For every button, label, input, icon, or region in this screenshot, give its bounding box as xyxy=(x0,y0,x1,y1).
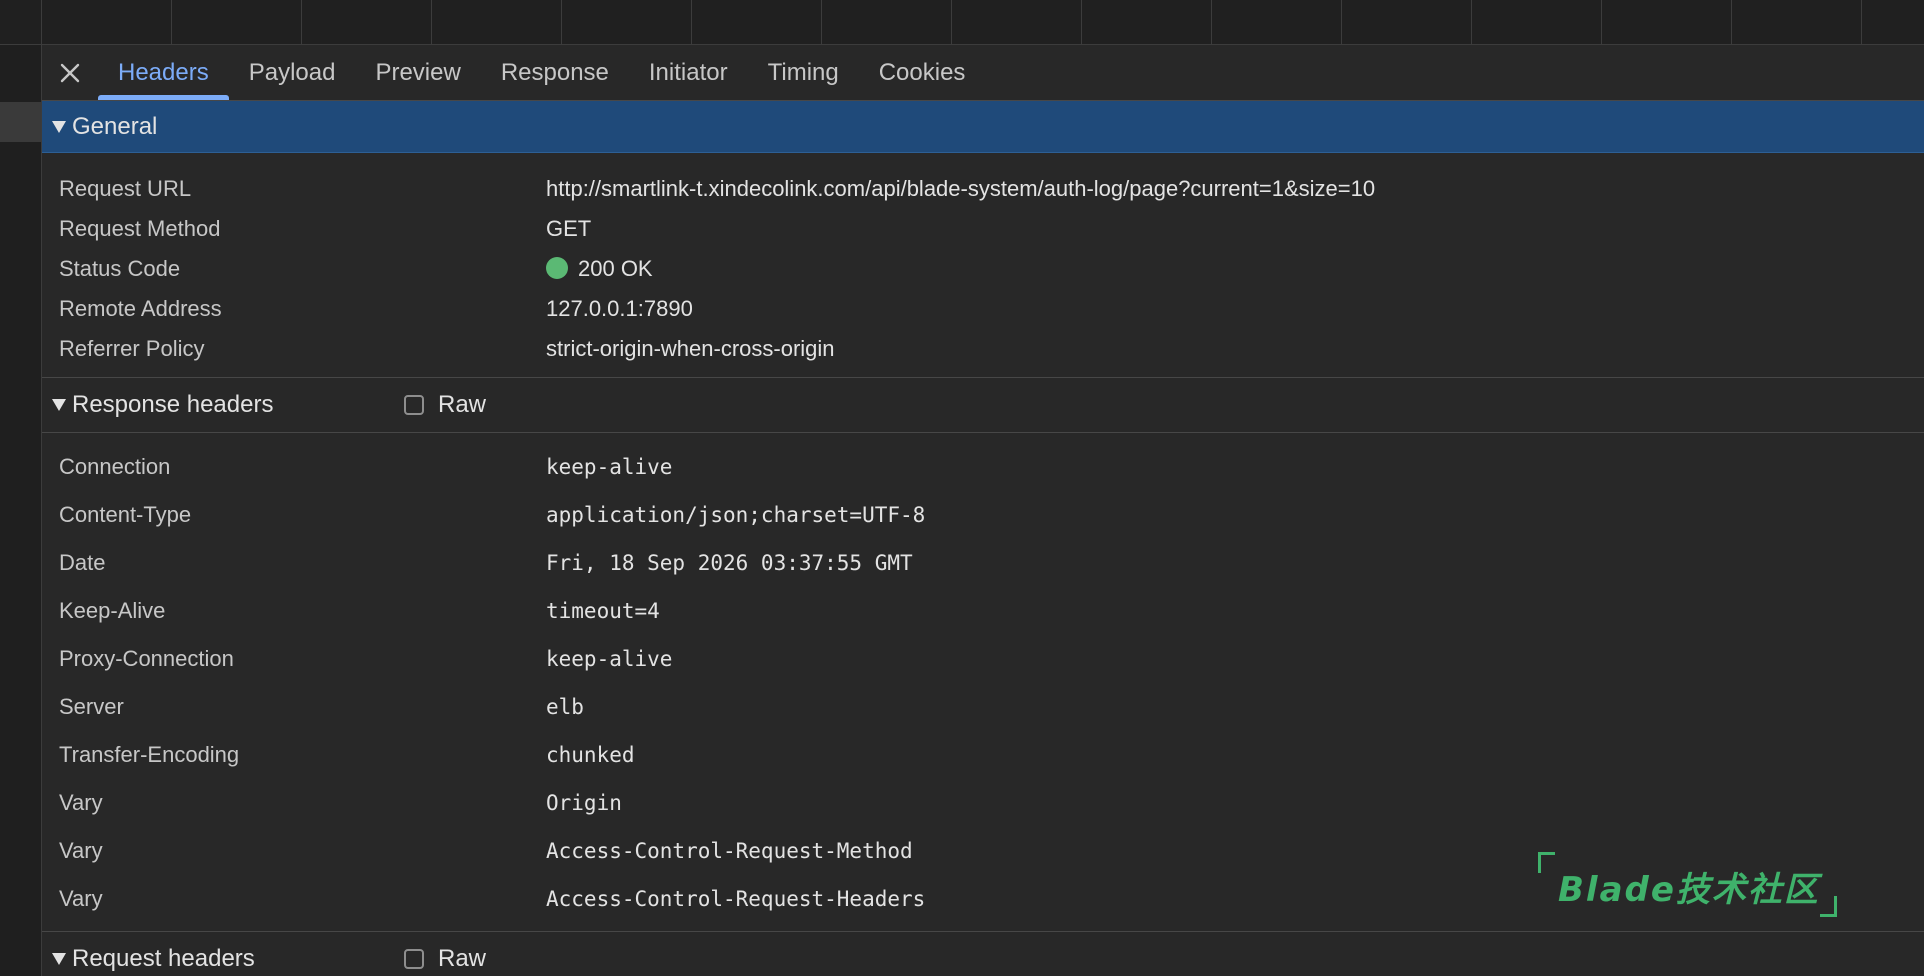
response-header-row: Server elb xyxy=(42,683,1924,731)
status-code-value[interactable]: 200 OK xyxy=(546,256,653,282)
general-row: Status Code 200 OK xyxy=(42,249,1924,289)
header-value[interactable]: application/json;charset=UTF-8 xyxy=(546,503,925,527)
general-row: Request Method GET xyxy=(42,209,1924,249)
waterfall-cell xyxy=(1472,0,1602,44)
waterfall-cell xyxy=(432,0,562,44)
request-details-panel: Headers Payload Preview Response Initiat… xyxy=(42,45,1924,976)
header-key: Connection xyxy=(59,454,171,479)
waterfall-cell xyxy=(1082,0,1212,44)
waterfall-cell xyxy=(822,0,952,44)
triangle-down-icon xyxy=(52,120,66,133)
general-row: Remote Address 127.0.0.1:7890 xyxy=(42,289,1924,329)
tab-cookies[interactable]: Cookies xyxy=(859,45,986,100)
header-value[interactable]: 127.0.0.1:7890 xyxy=(546,296,693,322)
response-header-row: Vary Origin xyxy=(42,779,1924,827)
header-value[interactable]: elb xyxy=(546,695,584,719)
waterfall-cell xyxy=(302,0,432,44)
response-header-row: Content-Type application/json;charset=UT… xyxy=(42,491,1924,539)
waterfall-cell xyxy=(0,0,42,44)
waterfall-cell xyxy=(1732,0,1862,44)
response-header-row: Date Fri, 18 Sep 2026 03:37:55 GMT xyxy=(42,539,1924,587)
close-button[interactable] xyxy=(42,45,98,100)
tab-timing[interactable]: Timing xyxy=(748,45,859,100)
header-key: Content-Type xyxy=(59,502,192,527)
header-value[interactable]: Access-Control-Request-Headers xyxy=(546,887,925,911)
waterfall-cell xyxy=(1602,0,1732,44)
header-value[interactable]: chunked xyxy=(546,743,635,767)
details-tab-bar: Headers Payload Preview Response Initiat… xyxy=(42,45,1924,101)
raw-label: Raw xyxy=(438,391,487,418)
raw-toggle[interactable]: Raw xyxy=(404,945,486,973)
header-key: Keep-Alive xyxy=(59,598,166,623)
header-value[interactable]: Access-Control-Request-Method xyxy=(546,839,913,863)
header-value[interactable]: GET xyxy=(546,216,591,242)
response-header-row: Keep-Alive timeout=4 xyxy=(42,587,1924,635)
request-list-strip[interactable] xyxy=(0,45,42,976)
header-key: Server xyxy=(59,694,124,719)
watermark-bracket-right xyxy=(1820,896,1837,917)
response-header-row: Transfer-Encoding chunked xyxy=(42,731,1924,779)
response-headers-title: Response headers xyxy=(72,391,274,418)
header-value[interactable]: Origin xyxy=(546,791,622,815)
response-header-row: Connection keep-alive xyxy=(42,443,1924,491)
status-code-text: 200 OK xyxy=(578,256,653,281)
general-section-title: General xyxy=(72,112,158,140)
raw-toggle[interactable]: Raw xyxy=(404,391,486,419)
request-headers-section-header[interactable]: Request headers Raw xyxy=(42,932,1924,976)
raw-checkbox[interactable] xyxy=(404,395,424,415)
header-key: Referrer Policy xyxy=(59,336,205,361)
header-key: Remote Address xyxy=(59,296,222,321)
raw-checkbox[interactable] xyxy=(404,949,424,969)
header-key: Vary xyxy=(59,886,103,911)
triangle-down-icon xyxy=(52,399,66,411)
watermark-text: Blade技术社区 xyxy=(1558,870,1820,910)
header-value[interactable]: keep-alive xyxy=(546,647,672,671)
tab-payload[interactable]: Payload xyxy=(229,45,356,100)
header-value[interactable]: strict-origin-when-cross-origin xyxy=(546,336,835,362)
general-row: Request URL http://smartlink-t.xindecoli… xyxy=(42,169,1924,209)
waterfall-cell xyxy=(562,0,692,44)
waterfall-cell xyxy=(172,0,302,44)
status-dot-icon xyxy=(546,257,568,279)
header-value[interactable]: Fri, 18 Sep 2026 03:37:55 GMT xyxy=(546,551,913,575)
header-value[interactable]: timeout=4 xyxy=(546,599,660,623)
tab-preview[interactable]: Preview xyxy=(355,45,480,100)
waterfall-cell xyxy=(1342,0,1472,44)
close-icon xyxy=(60,63,80,82)
general-section-header[interactable]: General xyxy=(42,101,1924,153)
tab-response[interactable]: Response xyxy=(481,45,629,100)
request-headers-title: Request headers xyxy=(72,945,255,972)
waterfall-cell xyxy=(1212,0,1342,44)
tab-headers[interactable]: Headers xyxy=(98,45,229,100)
header-key: Proxy-Connection xyxy=(59,646,234,671)
header-key: Date xyxy=(59,550,106,575)
tab-initiator[interactable]: Initiator xyxy=(629,45,748,100)
waterfall-cell xyxy=(692,0,822,44)
waterfall-cell xyxy=(42,0,172,44)
selected-request-row[interactable] xyxy=(0,102,41,142)
header-value[interactable]: http://smartlink-t.xindecolink.com/api/b… xyxy=(546,176,1375,202)
devtools-network-view: Headers Payload Preview Response Initiat… xyxy=(0,0,1924,976)
header-key: Request URL xyxy=(59,176,192,201)
header-key: Transfer-Encoding xyxy=(59,742,240,767)
header-key: Vary xyxy=(59,838,103,863)
watermark-logo: Blade技术社区 xyxy=(1538,852,1838,918)
raw-label: Raw xyxy=(438,945,487,972)
triangle-down-icon xyxy=(52,953,66,965)
header-key: Vary xyxy=(59,790,103,815)
header-key: Request Method xyxy=(59,216,221,241)
header-key: Status Code xyxy=(59,256,181,281)
watermark-bracket-left xyxy=(1538,852,1555,873)
general-rows: Request URL http://smartlink-t.xindecoli… xyxy=(42,153,1924,377)
general-row: Referrer Policy strict-origin-when-cross… xyxy=(42,329,1924,369)
waterfall-cell xyxy=(952,0,1082,44)
response-header-row: Proxy-Connection keep-alive xyxy=(42,635,1924,683)
waterfall-timeline-strip xyxy=(0,0,1924,45)
response-headers-section-header[interactable]: Response headers Raw xyxy=(42,378,1924,432)
header-value[interactable]: keep-alive xyxy=(546,455,672,479)
